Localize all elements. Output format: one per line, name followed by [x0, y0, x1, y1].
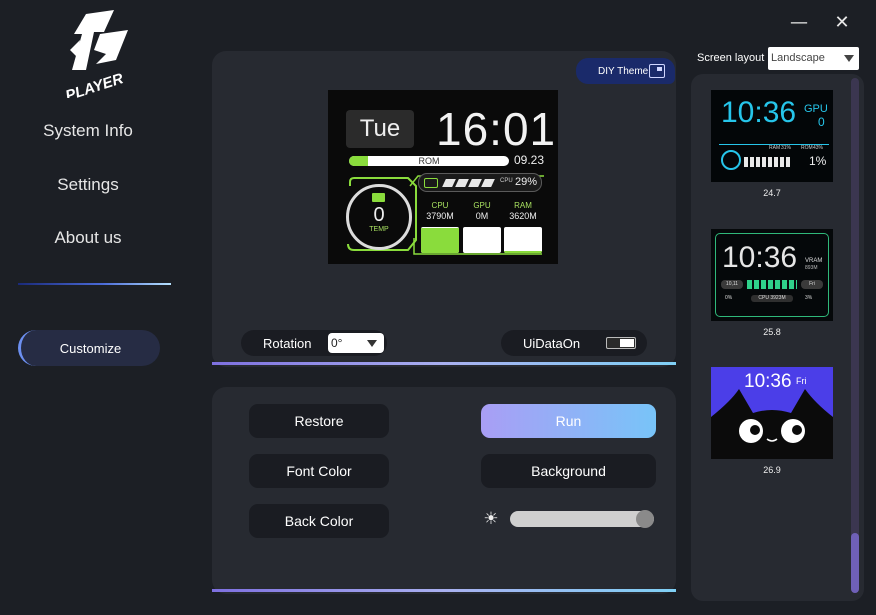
theme-thumbnail-3[interactable]: 10:36 Fri [711, 367, 833, 459]
preview-ram-fill [504, 250, 542, 253]
theme2-vram-value: 893M [805, 265, 818, 271]
uidata-label: UiDataOn [523, 335, 581, 351]
preview-stat-gpu-value: 0M [475, 211, 489, 221]
theme-caption-2: 25.8 [763, 327, 781, 337]
preview-cpu-fill [421, 228, 459, 253]
actions-panel-underline [212, 589, 676, 592]
uidata-toggle[interactable] [606, 337, 636, 349]
theme-caption-3: 26.9 [763, 465, 781, 475]
preview-cpu-box [421, 227, 459, 253]
brightness-icon: ☀ [483, 509, 499, 529]
preview-stat-ram-value: 3620M [509, 211, 537, 221]
theme-list-scrollbar[interactable] [851, 78, 859, 593]
preview-gpu-box [463, 227, 501, 253]
preview-stat-ram-label: RAM [514, 201, 532, 210]
theme2-right-stat: 3% [805, 295, 813, 301]
rotation-value: 0° [331, 336, 343, 350]
theme-caption-1: 24.7 [763, 188, 781, 198]
brightness-slider[interactable] [510, 511, 654, 527]
theme2-date: 10,11 [721, 280, 743, 289]
cpu-chip-icon [424, 178, 438, 188]
preview-panel-underline [212, 362, 676, 365]
preview-stat-cpu-value: 3790M [426, 211, 454, 221]
theme1-cpu-value: 1% [809, 154, 827, 168]
theme-thumbnail-2[interactable]: 10:36 VRAM 893M 10,11 Fri 0% CPU 3923M 3… [711, 229, 833, 321]
gpu-chip-icon [372, 193, 385, 202]
theme-preview-screen: Tue 16:01 ROM 09.23 CPU 29% 0 TEMP CPU 3… [328, 90, 558, 264]
screen-layout-value: Landscape [771, 52, 825, 64]
theme3-day: Fri [796, 376, 807, 386]
cpu-bar-segment [468, 179, 482, 187]
cpu-bar-segment [481, 179, 495, 187]
theme1-time: 10:36 [721, 96, 797, 129]
rotation-label: Rotation [263, 335, 312, 351]
chevron-down-icon [844, 55, 854, 62]
chevron-down-icon [367, 340, 377, 347]
minimize-button[interactable]: — [786, 10, 812, 36]
sidebar-item-settings[interactable]: Settings [0, 175, 176, 195]
theme1-cpu-ring [721, 150, 741, 170]
theme1-gpu-label: GPU [804, 103, 828, 115]
uidata-control: UiDataOn [501, 330, 647, 356]
cpu-bar-segment [455, 179, 469, 187]
preview-temp-value: 0 [373, 204, 385, 226]
theme2-cpu: CPU 3923M [751, 295, 793, 302]
theme2-vram-label: VRAM [805, 258, 823, 264]
preview-temp-label: TEMP [369, 226, 389, 233]
cpu-bar-segment [442, 179, 456, 187]
theme1-cpu-bar [744, 157, 792, 167]
theme1-gpu-value: 0 [818, 115, 825, 129]
rotation-control: Rotation 0° [241, 330, 387, 356]
screen-layout-label: Screen layout [697, 52, 765, 64]
theme3-time: 10:36 [744, 371, 792, 392]
customize-button[interactable]: Customize [18, 330, 160, 366]
close-button[interactable]: ✕ [829, 10, 855, 36]
restore-button[interactable]: Restore [249, 404, 389, 438]
svg-text:PLAYER: PLAYER [63, 70, 125, 98]
sidebar-divider [18, 283, 171, 285]
theme2-left-stat: 0% [725, 295, 733, 301]
theme1-ram-label: RAM [769, 145, 781, 151]
background-button[interactable]: Background [481, 454, 656, 488]
theme2-bars [747, 280, 797, 289]
run-button[interactable]: Run [481, 404, 656, 438]
sidebar-item-system-info[interactable]: System Info [0, 121, 176, 141]
diy-theme-label: DIY Theme [598, 65, 649, 77]
brightness-slider-handle[interactable] [636, 510, 654, 528]
theme1-rom-value: 43% [813, 145, 824, 151]
theme-thumbnail-1[interactable]: 10:36 GPU 0 RAM 31% ROM 43% 1% [711, 90, 833, 182]
preview-cpu-value: 29% [515, 176, 538, 188]
rotation-select[interactable]: 0° [328, 333, 384, 353]
diy-theme-button[interactable]: DIY Theme [576, 58, 675, 84]
font-color-button[interactable]: Font Color [249, 454, 389, 488]
theme1-rom-label: ROM [801, 145, 813, 151]
screen-layout-select[interactable]: Landscape [768, 47, 859, 70]
preview-cpu-label: CPU [500, 178, 513, 184]
brand-logo: PLAYER [63, 10, 128, 98]
sidebar-item-about-us[interactable]: About us [0, 228, 176, 248]
preview-ram-box [504, 227, 542, 253]
window-edit-icon [649, 64, 665, 78]
theme2-time: 10:36 [722, 241, 798, 274]
preview-stat-cpu-label: CPU [431, 201, 449, 210]
theme2-day: Fri [801, 280, 823, 289]
theme-list-scroll-thumb[interactable] [851, 533, 859, 593]
back-color-button[interactable]: Back Color [249, 504, 389, 538]
theme1-ram-value: 31% [781, 145, 792, 151]
preview-stat-gpu-label: GPU [473, 201, 491, 210]
